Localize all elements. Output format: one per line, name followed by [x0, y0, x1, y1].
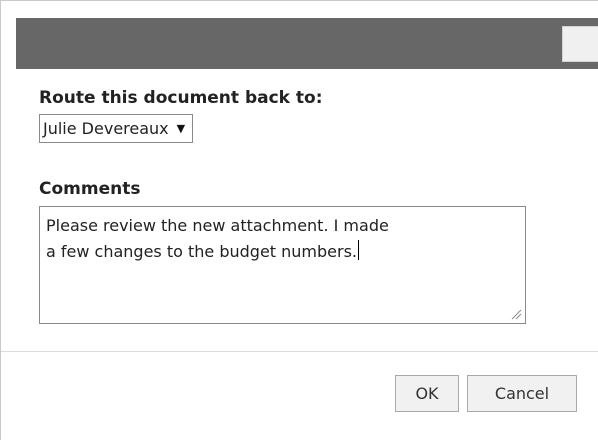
route-recipient-select[interactable]: Julie Devereaux ▼: [39, 114, 194, 143]
footer-divider: [1, 351, 598, 352]
resize-grip-icon[interactable]: [510, 308, 522, 320]
comments-textarea[interactable]: Please review the new attachment. I made…: [39, 206, 526, 324]
comments-line-1: Please review the new attachment. I made: [46, 216, 389, 235]
ok-button[interactable]: OK: [395, 375, 459, 412]
comments-line-2-text: a few changes to the budget numbers.: [46, 242, 358, 261]
route-recipient-value: Julie Devereaux: [43, 119, 169, 138]
dropdown-arrow-icon: ▼: [176, 122, 186, 135]
close-button[interactable]: [562, 26, 598, 62]
cancel-button[interactable]: Cancel: [467, 375, 577, 412]
route-dialog: Route this document back to: Julie Dever…: [0, 0, 598, 440]
comments-line-2: a few changes to the budget numbers.: [46, 239, 519, 265]
comments-label: Comments: [39, 179, 141, 199]
dialog-titlebar[interactable]: [16, 18, 598, 69]
text-caret: [358, 240, 360, 260]
route-label: Route this document back to:: [39, 88, 323, 108]
